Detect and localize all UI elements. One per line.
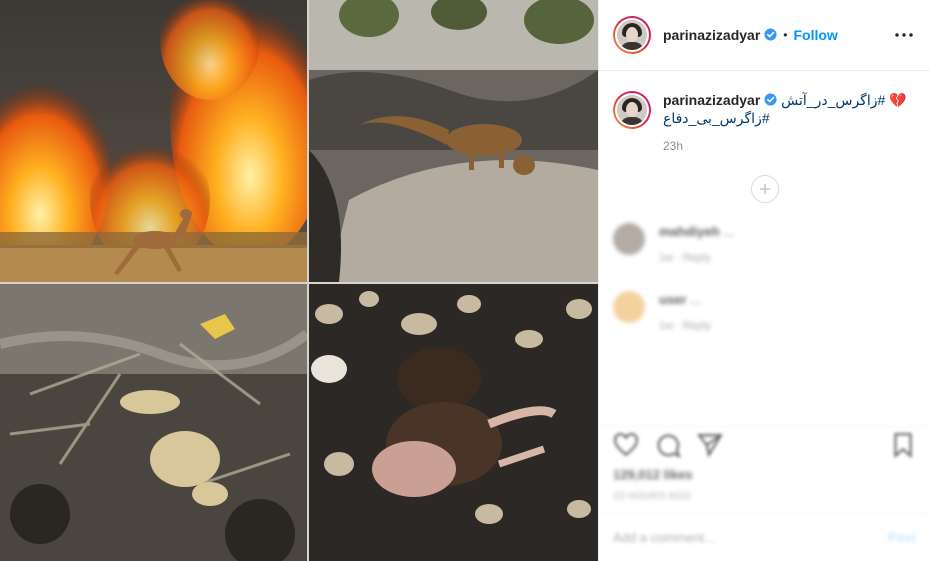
separator-dot: • [783,28,788,42]
caption-avatar[interactable] [613,91,651,129]
comment-username[interactable]: user [659,292,686,307]
comment-username[interactable]: mahdiyeh [659,224,720,239]
load-more-comments-button[interactable] [750,175,779,203]
photo-burned-animal [0,284,307,561]
avatar[interactable] [613,16,651,54]
verified-badge-icon [764,93,777,106]
hashtag-link[interactable]: زاگرس_در_آتش# [781,92,885,108]
photo-charred-remains [309,284,598,561]
post-caption: parinazizadyar زاگرس_در_آتش# 💔 زاگرس_بی_… [599,71,930,129]
add-comment-input[interactable]: Add a comment... [613,530,715,545]
post-media[interactable] [0,0,598,561]
comment-meta[interactable]: 1w · Reply [659,250,734,267]
plus-circle-icon [759,184,770,194]
heart-icon[interactable] [613,432,639,458]
bookmark-icon[interactable] [890,432,916,458]
post-actions-bar [599,426,930,462]
comment-text: ... [690,292,701,307]
caption-timestamp[interactable]: 23h [663,139,930,153]
username-text: parinazizadyar [663,27,761,43]
caption-username[interactable]: parinazizadyar [663,92,760,108]
username-link[interactable]: parinazizadyar [663,27,777,43]
likes-count[interactable]: 129,012 likes [613,467,693,482]
grid-divider-horizontal [0,282,598,284]
comment-text: ... [723,224,735,239]
comment-avatar[interactable] [613,291,645,323]
more-options-icon[interactable] [894,25,914,45]
comment-item: user ... 1w · Reply [599,291,930,335]
photo-squirrel-rock [309,0,598,282]
photo-fire-deer [0,0,307,282]
post-header: parinazizadyar • Follow [599,0,930,71]
post-side-panel: parinazizadyar • Follow parinazizadyar ز… [598,0,930,561]
post-comment-button[interactable]: Post [888,530,916,545]
broken-heart-emoji: 💔 [889,92,907,108]
follow-button[interactable]: Follow [793,27,837,43]
grid-divider-vertical [307,0,309,561]
comment-icon[interactable] [655,432,681,458]
verified-badge-icon [764,28,777,41]
comment-item: mahdiyeh ... 1w · Reply [599,223,930,267]
hashtag-link[interactable]: زاگرس_بی_دفاع# [663,110,770,126]
avatar-image [615,18,649,52]
comment-meta[interactable]: 1w · Reply [659,318,711,335]
share-icon[interactable] [697,432,723,458]
comment-avatar[interactable] [613,223,645,255]
add-comment-bar: Add a comment... Post [599,513,930,561]
post-time-ago: 23 HOURS AGO [613,491,692,502]
caption-text: parinazizadyar زاگرس_در_آتش# 💔 زاگرس_بی_… [663,91,907,129]
